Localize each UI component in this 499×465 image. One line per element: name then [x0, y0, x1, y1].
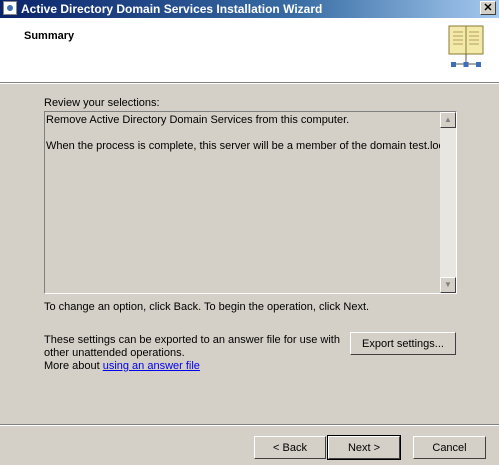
wizard-app-icon — [3, 1, 17, 15]
review-label: Review your selections: — [44, 97, 160, 109]
export-settings-button[interactable]: Export settings... — [350, 332, 456, 355]
close-button[interactable]: ✕ — [480, 1, 496, 15]
close-icon: ✕ — [483, 2, 493, 14]
instruction-text: To change an option, click Back. To begi… — [44, 301, 370, 313]
window-title: Active Directory Domain Services Install… — [21, 2, 323, 16]
summary-textbox[interactable]: Remove Active Directory Domain Services … — [44, 111, 457, 294]
scroll-up-button[interactable]: ▲ — [440, 112, 456, 128]
header-divider — [0, 83, 499, 84]
summary-line-2: When the process is complete, this serve… — [46, 140, 453, 152]
summary-line-1: Remove Active Directory Domain Services … — [46, 114, 350, 126]
answer-file-link[interactable]: using an answer file — [103, 360, 200, 372]
export-text-line-2: other unattended operations. — [44, 347, 185, 359]
page-title: Summary — [24, 30, 75, 42]
summary-scrollbar[interactable]: ▲ ▼ — [440, 112, 456, 293]
directory-book-icon — [448, 25, 484, 67]
cancel-button[interactable]: Cancel — [413, 436, 486, 459]
footer-divider-highlight — [0, 425, 499, 426]
scroll-down-button[interactable]: ▼ — [440, 277, 456, 293]
wizard-header: Summary — [0, 18, 499, 83]
next-button[interactable]: Next > — [327, 435, 401, 460]
more-about-prefix: More about — [44, 360, 103, 372]
arrow-down-icon: ▼ — [444, 280, 452, 289]
arrow-up-icon: ▲ — [444, 115, 452, 124]
more-about-text: More about using an answer file — [44, 360, 200, 372]
back-button[interactable]: < Back — [254, 436, 326, 459]
title-bar[interactable]: Active Directory Domain Services Install… — [0, 0, 499, 18]
export-text-line-1: These settings can be exported to an ans… — [44, 334, 340, 346]
